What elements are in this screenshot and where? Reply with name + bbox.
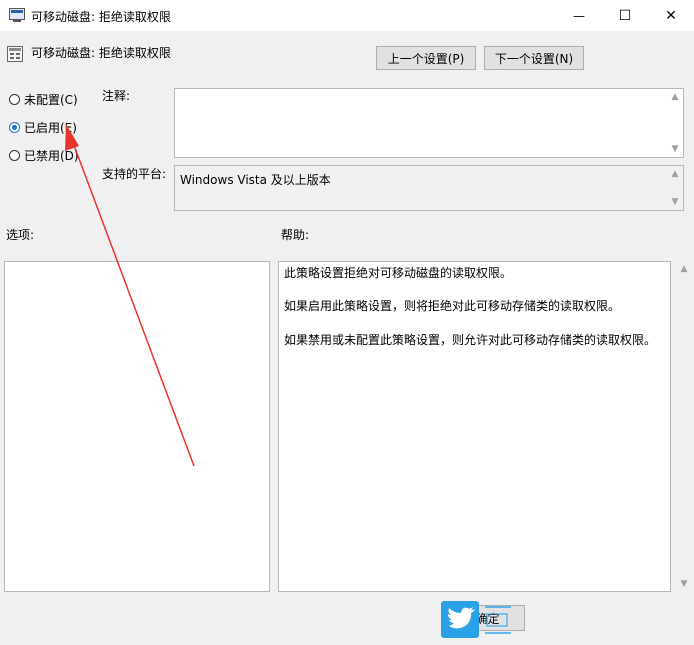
- annotation-arrow: [65, 124, 195, 467]
